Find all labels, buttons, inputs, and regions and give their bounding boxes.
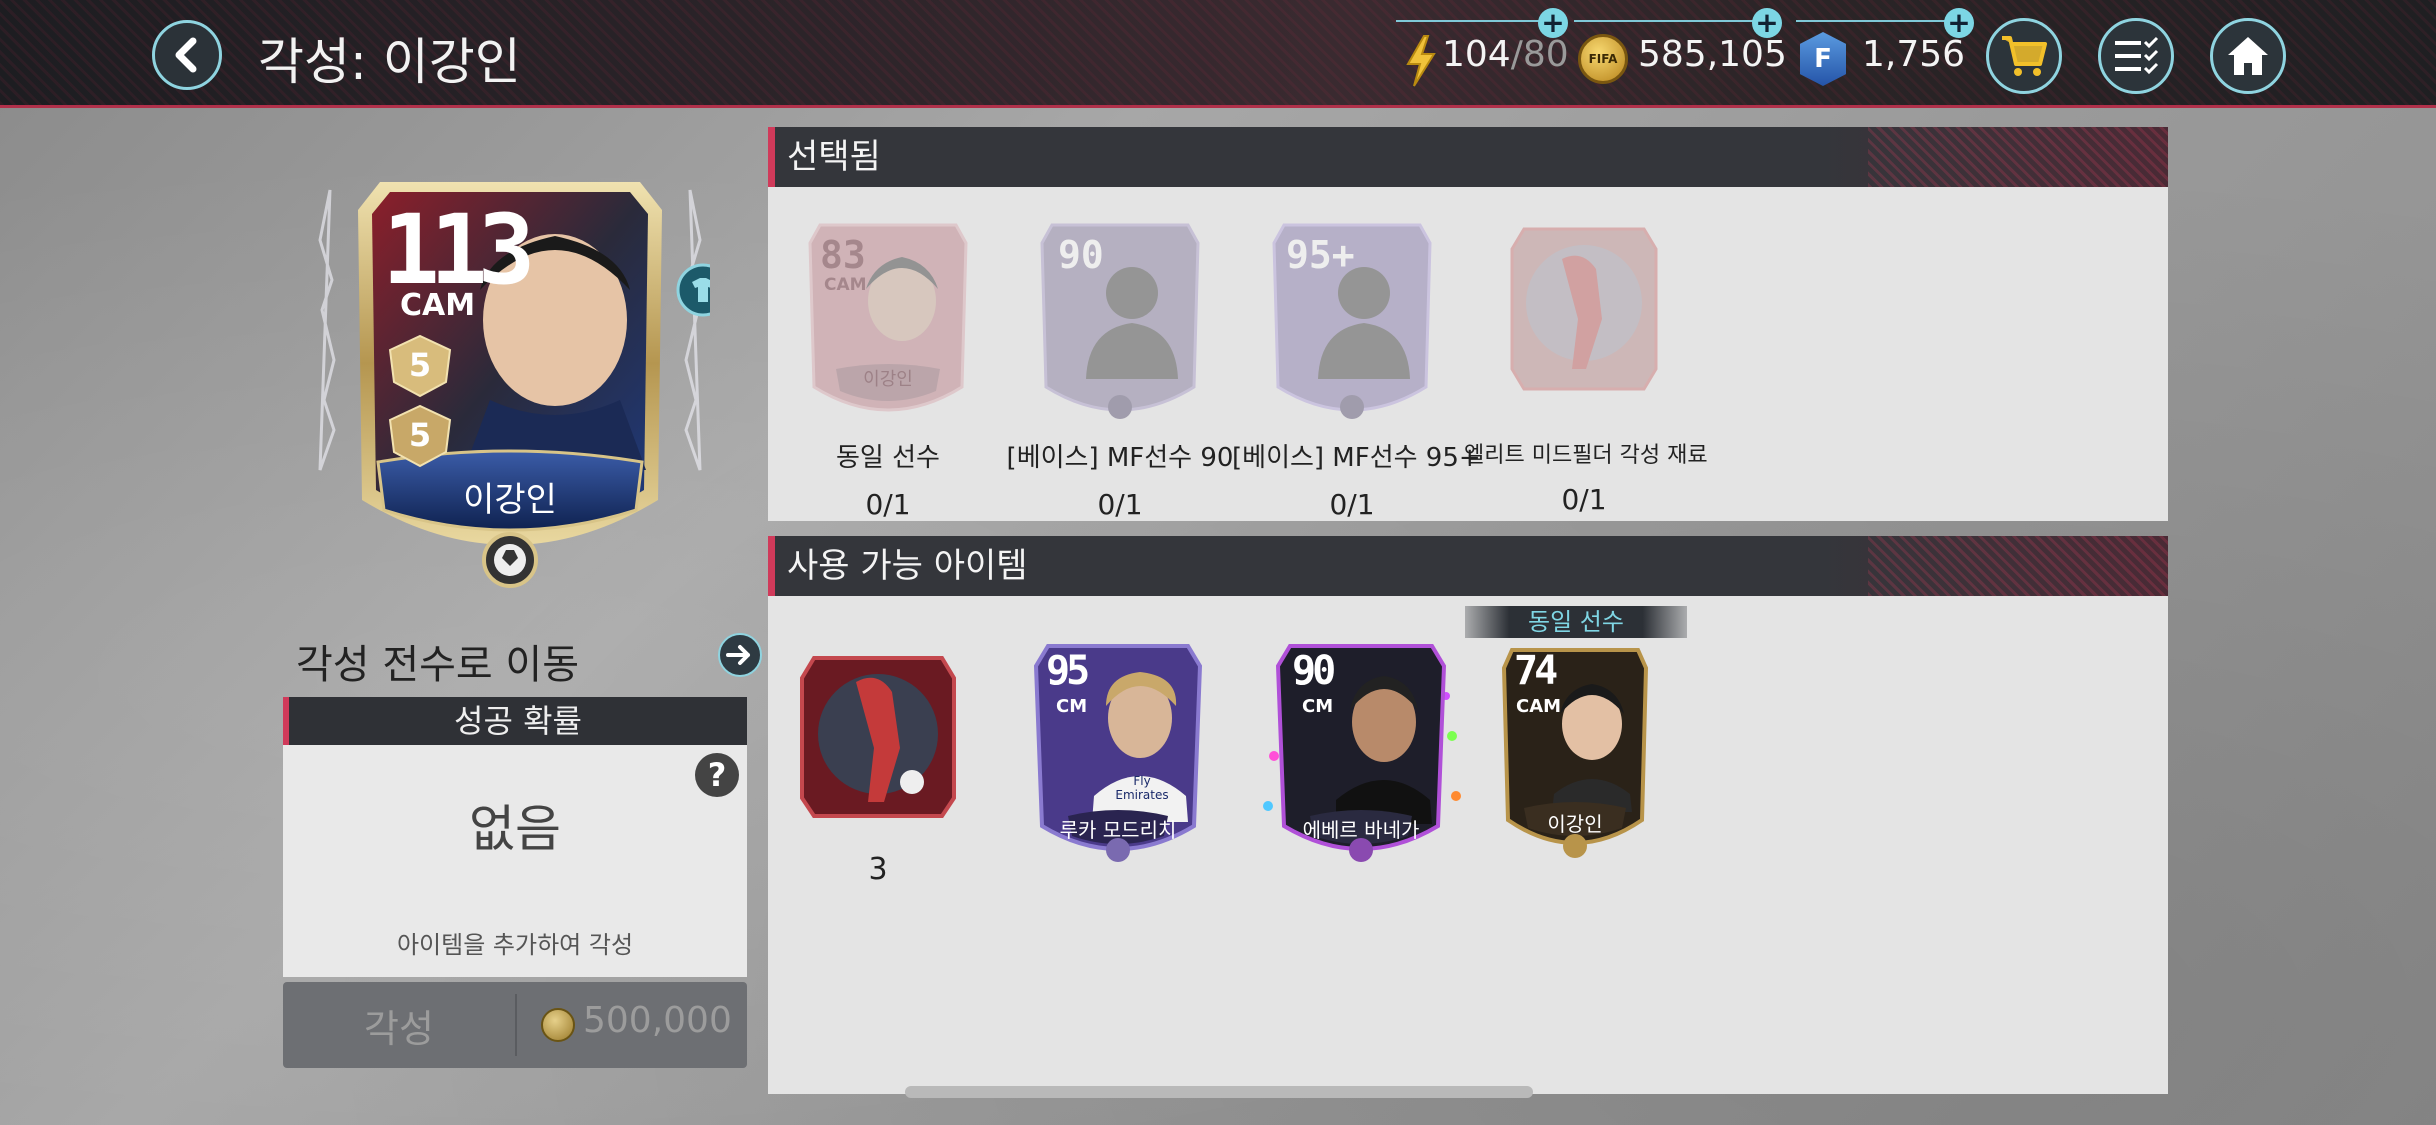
probability-header: 성공 확률	[283, 697, 747, 745]
stamina-counter: + 104/80	[1396, 8, 1569, 94]
item-card-ovr: 90	[1292, 648, 1336, 694]
slot-card-ovr: 90	[1058, 233, 1104, 277]
awaken-material-card-icon	[1510, 227, 1658, 391]
cart-icon	[2002, 36, 2047, 76]
slot-label: 동일 선수	[836, 443, 940, 473]
item-card-position: CM	[1056, 696, 1088, 717]
item-card-kit-text: Fly Emirates	[1115, 774, 1169, 802]
item-card-ovr: 74	[1514, 648, 1558, 694]
awaken-label: 각성	[364, 1007, 434, 1051]
home-icon	[2228, 37, 2268, 75]
page-title: 각성: 이강인	[258, 33, 521, 91]
coin-icon: FIFA	[1578, 34, 1628, 84]
awaken-button[interactable]: 각성 500,000	[283, 982, 747, 1068]
rank-top-value: 5	[408, 346, 432, 384]
success-probability-panel: 성공 확률 ? 없음 아이템을 추가하여 각성	[283, 697, 747, 977]
item-card-same-player[interactable]: 74 CAM 이강인	[1500, 644, 1650, 864]
item-card-modric[interactable]: 95 CM Fly Emirates 루카 모드리치	[1028, 636, 1208, 866]
card-position: CAM	[400, 288, 476, 323]
slot-count: 0/1	[1097, 488, 1143, 521]
awaken-material-card-icon	[800, 656, 956, 818]
card-player-name: 이강인	[463, 480, 557, 520]
back-button[interactable]	[152, 20, 222, 90]
slot-count: 0/1	[1329, 488, 1375, 521]
player-card: 113 CAM 5 5 이강인	[310, 170, 710, 610]
item-card-name: 루카 모드리치	[1059, 818, 1177, 842]
slot-card-ovr: 95+	[1286, 233, 1355, 277]
item-card-banega[interactable]: 90 CM 에베르 바네가	[1256, 636, 1466, 866]
slot-base-mf-90[interactable]: 90 [베이스] MF선수 90 0/1	[1000, 219, 1240, 521]
selected-header: 선택됨	[768, 127, 2168, 187]
coins-value: 585,105	[1638, 34, 1787, 75]
fifa-points-icon: F	[1800, 32, 1846, 86]
checklist-icon	[2115, 36, 2159, 75]
item-card-name: 에베르 바네가	[1302, 818, 1420, 842]
stamina-value: 104	[1442, 34, 1511, 75]
available-header: 사용 가능 아이템	[768, 536, 2168, 596]
slot-same-player[interactable]: 83 CAM 이강인 동일 선수 0/1	[768, 219, 1008, 521]
slot-elite-mf-material[interactable]: 엘리트 미드필더 각성 재료 0/1	[1464, 219, 1708, 516]
fifa-points-counter: + F 1,756	[1796, 8, 1974, 94]
probability-hint: 아이템을 추가하여 각성	[396, 931, 634, 959]
slot-base-mf-95[interactable]: 95+ [베이스] MF선수 95+ 0/1	[1232, 219, 1481, 521]
chevron-left-icon	[175, 37, 197, 73]
slot-count: 0/1	[865, 488, 911, 521]
item-card-name: 이강인	[1547, 812, 1603, 836]
item-card-position: CAM	[1516, 696, 1562, 717]
item-count: 3	[868, 852, 888, 887]
slot-card-name: 이강인	[863, 369, 913, 390]
slot-card-ovr: 83	[820, 233, 866, 277]
goto-arrow-button[interactable]	[718, 633, 762, 677]
slot-card-position: CAM	[824, 275, 867, 295]
slot-label: 엘리트 미드필더 각성 재료	[1464, 443, 1708, 468]
item-awaken-material[interactable]: 3	[792, 652, 964, 887]
selected-panel: 선택됨 83 CAM 이강인 동일 선수 0/1 90 [베이스] MF선수 9…	[768, 127, 2168, 521]
fifa-points-value: 1,756	[1862, 34, 1966, 75]
coin-icon	[541, 1008, 575, 1042]
shop-button[interactable]	[1986, 18, 2062, 94]
slot-label: [베이스] MF선수 95+	[1232, 443, 1481, 473]
same-player-badge: 동일 선수	[1465, 606, 1687, 638]
lightning-icon	[1406, 35, 1436, 87]
awaken-cost: 500,000	[583, 1000, 732, 1041]
awaken-divider	[515, 994, 517, 1056]
coins-counter: + FIFA 585,105	[1574, 8, 1787, 94]
slot-count: 0/1	[1561, 483, 1607, 516]
item-card-ovr: 95	[1046, 648, 1090, 694]
goto-awaken-transfer-label[interactable]: 각성 전수로 이동	[296, 632, 579, 690]
arrow-right-icon	[726, 645, 750, 665]
probability-value: 없음	[469, 800, 561, 858]
task-list-button[interactable]	[2098, 18, 2174, 94]
item-card-position: CM	[1302, 696, 1334, 717]
horizontal-scrollbar[interactable]	[905, 1086, 1533, 1098]
home-button[interactable]	[2210, 18, 2286, 94]
top-bar: 각성: 이강인 + 104/80 + FIFA 585,105 + F 1,75…	[0, 0, 2436, 108]
slot-label: [베이스] MF선수 90	[1006, 443, 1234, 473]
stamina-max: /80	[1510, 34, 1569, 75]
rank-bottom-value: 5	[408, 416, 432, 454]
